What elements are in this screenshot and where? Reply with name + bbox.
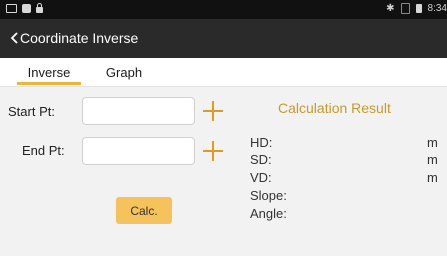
signal-icon (400, 3, 410, 14)
slope-label: Slope: (250, 188, 287, 203)
start-point-label: Start Pt: (8, 104, 55, 119)
status-time: 8:34 (427, 3, 447, 14)
result-title: Calculation Result (278, 100, 391, 116)
status-bar: ✱ 8:34 (0, 0, 447, 19)
battery-icon (415, 4, 422, 13)
calc-button[interactable]: Calc. (116, 197, 172, 224)
end-point-input[interactable] (82, 137, 195, 165)
square-icon (22, 4, 31, 13)
tab-graph[interactable]: Graph (94, 58, 154, 86)
status-icons-right: ✱ 8:34 (386, 3, 447, 14)
hd-label: HD: (250, 135, 273, 150)
tab-divider (0, 86, 447, 87)
hd-unit: m (427, 135, 438, 150)
bluetooth-icon: ✱ (386, 3, 395, 14)
end-point-label: End Pt: (22, 143, 65, 158)
active-tab-indicator (17, 82, 81, 85)
vd-label: VD: (250, 170, 272, 185)
sd-label: SD: (250, 152, 272, 167)
tab-bar: Inverse Graph (0, 58, 447, 86)
add-end-point-icon[interactable] (201, 139, 225, 163)
lock-icon (36, 3, 43, 13)
status-icons-left (6, 3, 43, 13)
vd-unit: m (427, 170, 438, 185)
page-title: Coordinate Inverse (20, 30, 139, 46)
add-start-point-icon[interactable] (201, 99, 225, 123)
angle-label: Angle: (250, 206, 287, 221)
start-point-input[interactable] (82, 97, 195, 125)
title-bar: Coordinate Inverse (0, 19, 447, 58)
message-icon (6, 4, 17, 13)
sd-unit: m (427, 152, 438, 167)
